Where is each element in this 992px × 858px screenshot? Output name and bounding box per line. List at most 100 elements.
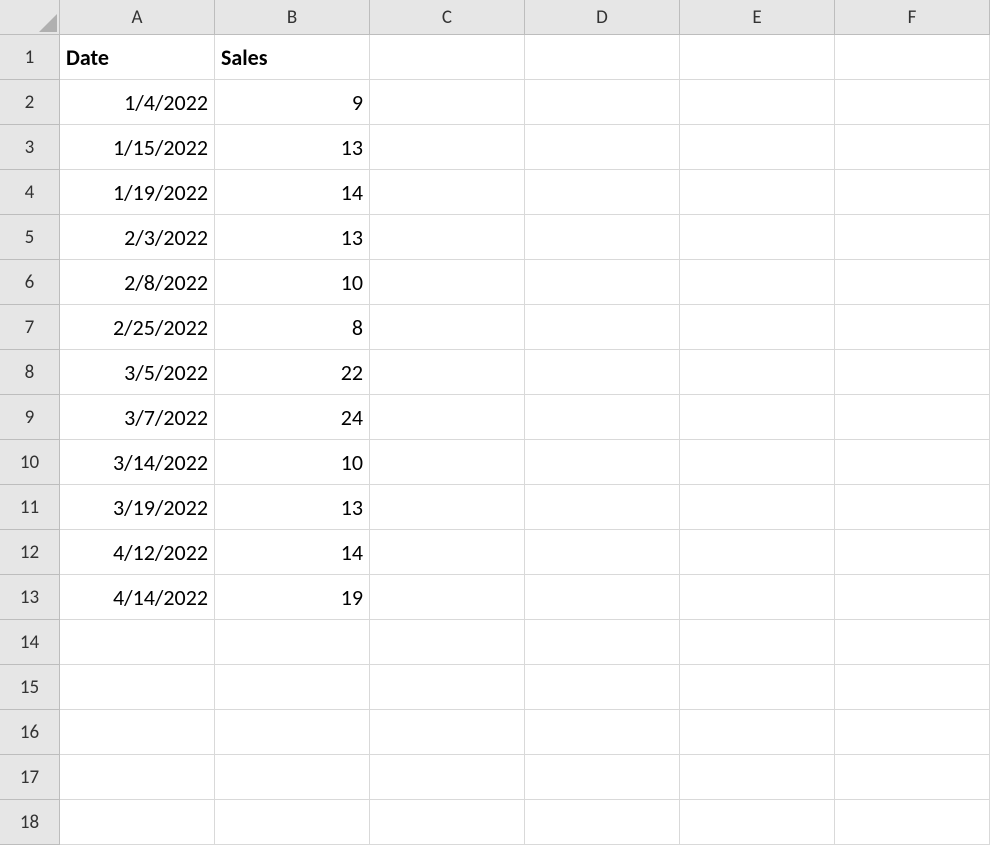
cell-e8[interactable]: [680, 350, 835, 395]
row-header-7[interactable]: 7: [0, 305, 60, 350]
cell-c2[interactable]: [370, 80, 525, 125]
cell-e16[interactable]: [680, 710, 835, 755]
cell-a8[interactable]: 3/5/2022: [60, 350, 215, 395]
cell-a12[interactable]: 4/12/2022: [60, 530, 215, 575]
column-header-b[interactable]: B: [215, 0, 370, 35]
cell-e10[interactable]: [680, 440, 835, 485]
cell-e3[interactable]: [680, 125, 835, 170]
row-header-4[interactable]: 4: [0, 170, 60, 215]
cell-f1[interactable]: [835, 35, 990, 80]
cell-c3[interactable]: [370, 125, 525, 170]
cell-e2[interactable]: [680, 80, 835, 125]
cell-f11[interactable]: [835, 485, 990, 530]
cell-a15[interactable]: [60, 665, 215, 710]
cell-a18[interactable]: [60, 800, 215, 845]
cell-d16[interactable]: [525, 710, 680, 755]
cell-f15[interactable]: [835, 665, 990, 710]
row-header-15[interactable]: 15: [0, 665, 60, 710]
cell-c16[interactable]: [370, 710, 525, 755]
cell-e7[interactable]: [680, 305, 835, 350]
cell-a5[interactable]: 2/3/2022: [60, 215, 215, 260]
cell-b16[interactable]: [215, 710, 370, 755]
column-header-f[interactable]: F: [835, 0, 990, 35]
cell-e15[interactable]: [680, 665, 835, 710]
row-header-9[interactable]: 9: [0, 395, 60, 440]
cell-b9[interactable]: 24: [215, 395, 370, 440]
cell-b2[interactable]: 9: [215, 80, 370, 125]
cell-d7[interactable]: [525, 305, 680, 350]
cell-c4[interactable]: [370, 170, 525, 215]
cell-f18[interactable]: [835, 800, 990, 845]
row-header-11[interactable]: 11: [0, 485, 60, 530]
cell-b18[interactable]: [215, 800, 370, 845]
cell-d3[interactable]: [525, 125, 680, 170]
column-header-e[interactable]: E: [680, 0, 835, 35]
row-header-2[interactable]: 2: [0, 80, 60, 125]
cell-d12[interactable]: [525, 530, 680, 575]
cell-a6[interactable]: 2/8/2022: [60, 260, 215, 305]
column-header-a[interactable]: A: [60, 0, 215, 35]
row-header-16[interactable]: 16: [0, 710, 60, 755]
cell-a4[interactable]: 1/19/2022: [60, 170, 215, 215]
cell-d5[interactable]: [525, 215, 680, 260]
row-header-1[interactable]: 1: [0, 35, 60, 80]
cell-c10[interactable]: [370, 440, 525, 485]
column-header-d[interactable]: D: [525, 0, 680, 35]
cell-b10[interactable]: 10: [215, 440, 370, 485]
cell-a11[interactable]: 3/19/2022: [60, 485, 215, 530]
cell-e17[interactable]: [680, 755, 835, 800]
cell-e12[interactable]: [680, 530, 835, 575]
cell-d4[interactable]: [525, 170, 680, 215]
row-header-13[interactable]: 13: [0, 575, 60, 620]
row-header-10[interactable]: 10: [0, 440, 60, 485]
cell-e5[interactable]: [680, 215, 835, 260]
cell-c18[interactable]: [370, 800, 525, 845]
cell-b13[interactable]: 19: [215, 575, 370, 620]
cell-e9[interactable]: [680, 395, 835, 440]
row-header-8[interactable]: 8: [0, 350, 60, 395]
cell-c15[interactable]: [370, 665, 525, 710]
cell-b14[interactable]: [215, 620, 370, 665]
cell-b15[interactable]: [215, 665, 370, 710]
cell-b3[interactable]: 13: [215, 125, 370, 170]
cell-e4[interactable]: [680, 170, 835, 215]
cell-d2[interactable]: [525, 80, 680, 125]
cell-f3[interactable]: [835, 125, 990, 170]
cell-b8[interactable]: 22: [215, 350, 370, 395]
cell-b5[interactable]: 13: [215, 215, 370, 260]
cell-c17[interactable]: [370, 755, 525, 800]
cell-e13[interactable]: [680, 575, 835, 620]
cell-b4[interactable]: 14: [215, 170, 370, 215]
cell-c6[interactable]: [370, 260, 525, 305]
cell-e11[interactable]: [680, 485, 835, 530]
cell-b17[interactable]: [215, 755, 370, 800]
cell-e6[interactable]: [680, 260, 835, 305]
cell-a2[interactable]: 1/4/2022: [60, 80, 215, 125]
select-all-corner[interactable]: [0, 0, 60, 35]
cell-d8[interactable]: [525, 350, 680, 395]
cell-f16[interactable]: [835, 710, 990, 755]
cell-c11[interactable]: [370, 485, 525, 530]
cell-a3[interactable]: 1/15/2022: [60, 125, 215, 170]
cell-d9[interactable]: [525, 395, 680, 440]
cell-f14[interactable]: [835, 620, 990, 665]
cell-b12[interactable]: 14: [215, 530, 370, 575]
cell-c1[interactable]: [370, 35, 525, 80]
row-header-6[interactable]: 6: [0, 260, 60, 305]
cell-e1[interactable]: [680, 35, 835, 80]
cell-f13[interactable]: [835, 575, 990, 620]
cell-a14[interactable]: [60, 620, 215, 665]
cell-c8[interactable]: [370, 350, 525, 395]
cell-f4[interactable]: [835, 170, 990, 215]
cell-a17[interactable]: [60, 755, 215, 800]
cell-f8[interactable]: [835, 350, 990, 395]
cell-b11[interactable]: 13: [215, 485, 370, 530]
cell-e14[interactable]: [680, 620, 835, 665]
cell-c12[interactable]: [370, 530, 525, 575]
cell-f6[interactable]: [835, 260, 990, 305]
cell-c9[interactable]: [370, 395, 525, 440]
cell-d18[interactable]: [525, 800, 680, 845]
cell-b1[interactable]: Sales: [215, 35, 370, 80]
cell-b6[interactable]: 10: [215, 260, 370, 305]
cell-a1[interactable]: Date: [60, 35, 215, 80]
